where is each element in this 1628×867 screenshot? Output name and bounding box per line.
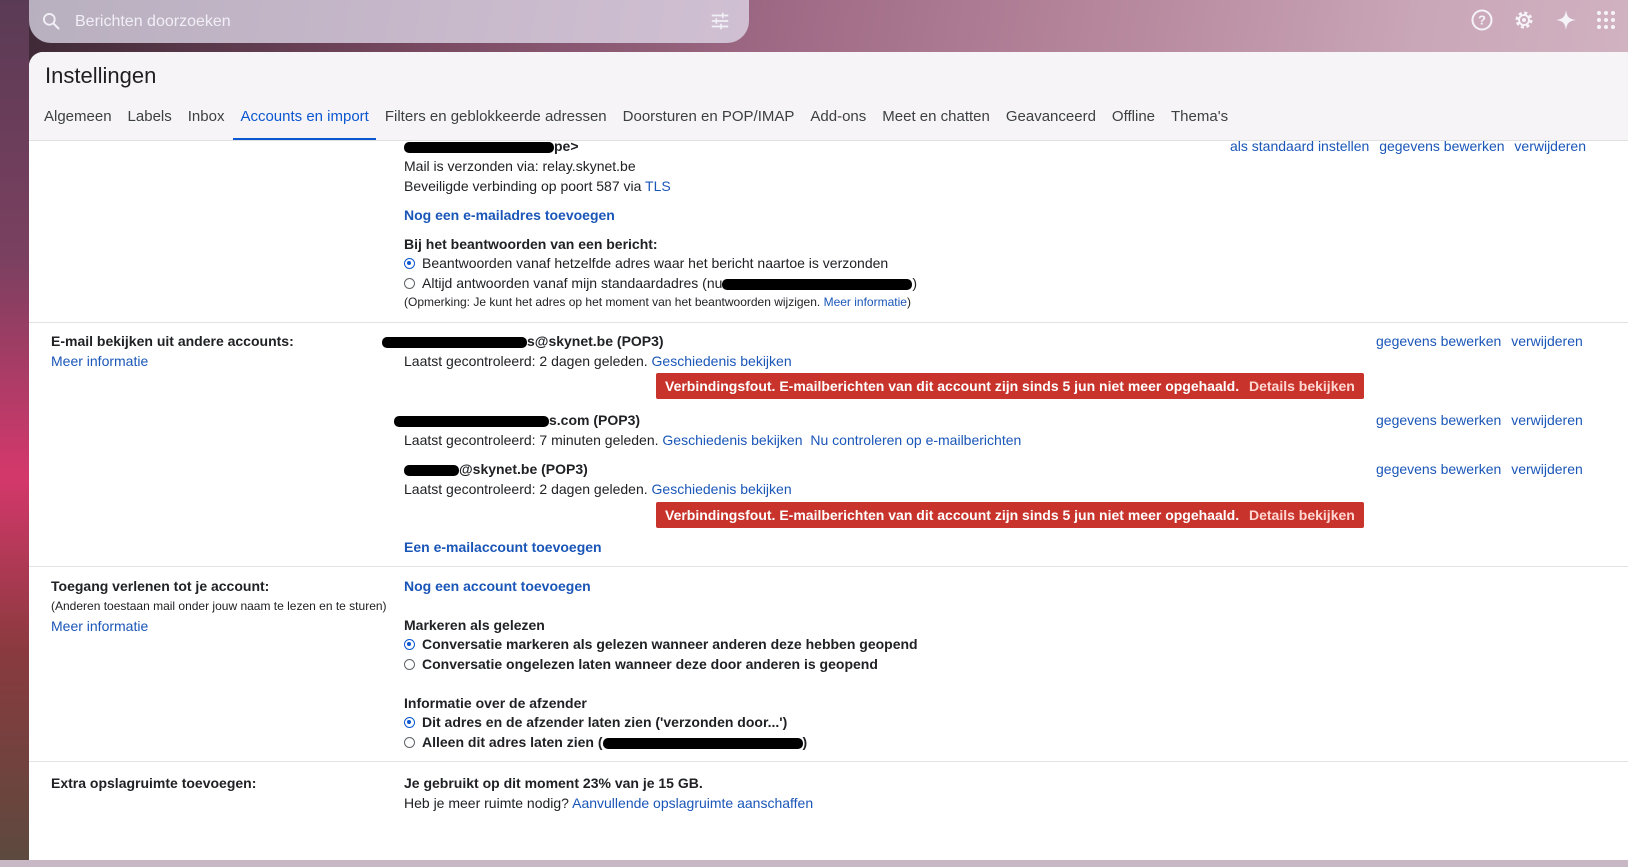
account-1-details-link[interactable]: Details bekijken (1249, 378, 1355, 394)
radio-selected[interactable] (404, 717, 415, 728)
account-3-address: @skynet.be (POP3) (404, 461, 588, 477)
tab-meet-chat[interactable]: Meet en chatten (875, 104, 997, 141)
settings-card: Instellingen Algemeen Labels Inbox Accou… (29, 52, 1628, 860)
tab-geavanceerd[interactable]: Geavanceerd (999, 104, 1103, 141)
account-3-history-link[interactable]: Geschiedenis bekijken (652, 481, 792, 497)
sender-option-both[interactable]: Dit adres en de afzender laten zien ('ve… (404, 714, 787, 730)
section-divider (29, 761, 1628, 762)
check-mail-more-info[interactable]: Meer informatie (51, 353, 148, 369)
account-3-status: Laatst gecontroleerd: 2 dagen geleden. G… (404, 481, 792, 497)
account-1-status: Laatst gecontroleerd: 2 dagen geleden. G… (404, 353, 792, 369)
account-1-edit-link[interactable]: gegevens bewerken (1376, 333, 1501, 349)
section-divider (29, 322, 1628, 323)
account-2-check-now-link[interactable]: Nu controleren op e-mailberichten (810, 432, 1021, 448)
delete-link[interactable]: verwijderen (1514, 138, 1586, 154)
redacted-address (602, 737, 803, 749)
account-3-delete-link[interactable]: verwijderen (1511, 461, 1583, 477)
redacted-address (404, 141, 554, 153)
mark-option-unread[interactable]: Conversatie ongelezen laten wanneer deze… (404, 656, 878, 672)
account-1-history-link[interactable]: Geschiedenis bekijken (652, 353, 792, 369)
radio-selected[interactable] (404, 639, 415, 650)
mark-read-heading: Markeren als gelezen (404, 617, 545, 633)
tls-link[interactable]: TLS (645, 178, 671, 194)
wallpaper-bottom (0, 860, 1628, 867)
settings-header: Instellingen Algemeen Labels Inbox Accou… (29, 52, 1628, 141)
radio[interactable] (404, 278, 415, 289)
set-default-link[interactable]: als standaard instellen (1230, 138, 1369, 154)
redacted-address (382, 336, 527, 348)
storage-need-more: Heb je meer ruimte nodig? Aanvullende op… (404, 795, 814, 811)
search-input[interactable] (73, 6, 677, 38)
search-bar[interactable] (29, 0, 749, 43)
help-icon[interactable]: ? (1470, 8, 1496, 34)
settings-tabs: Algemeen Labels Inbox Accounts en import… (37, 104, 1237, 141)
account-3-error-banner: Verbindingsfout. E-mailberichten van dit… (656, 502, 1364, 528)
tab-labels[interactable]: Labels (121, 104, 179, 141)
account-2-history-link[interactable]: Geschiedenis bekijken (662, 432, 802, 448)
grant-access-sublabel: (Anderen toestaan mail onder jouw naam t… (51, 599, 387, 613)
reply-heading: Bij het beantwoorden van een bericht: (404, 236, 658, 252)
reply-option-default[interactable]: Altijd antwoorden vanaf mijn standaardad… (404, 275, 917, 291)
sender-info-heading: Informatie over de afzender (404, 695, 587, 711)
buy-storage-link[interactable]: Aanvullende opslagruimte aanschaffen (572, 795, 813, 811)
account-2-status: Laatst gecontroleerd: 7 minuten geleden.… (404, 432, 1022, 448)
more-info-link[interactable]: Meer informatie (824, 295, 907, 309)
tab-themas[interactable]: Thema's (1164, 104, 1235, 141)
redacted-address (722, 278, 913, 290)
account-3-edit-link[interactable]: gegevens bewerken (1376, 461, 1501, 477)
search-icon[interactable] (41, 11, 61, 36)
mark-option-read[interactable]: Conversatie markeren als gelezen wanneer… (404, 636, 918, 652)
account-2-edit-link[interactable]: gegevens bewerken (1376, 412, 1501, 428)
tab-doorsturen[interactable]: Doorsturen en POP/IMAP (616, 104, 802, 141)
add-email-address-link[interactable]: Nog een e-mailadres toevoegen (404, 207, 615, 223)
wallpaper-edge (0, 0, 29, 867)
smtp-line: Mail is verzonden via: relay.skynet.be (404, 158, 636, 174)
radio-selected[interactable] (404, 258, 415, 269)
add-email-account-link[interactable]: Een e-mailaccount toevoegen (404, 539, 602, 555)
settings-content: pe> als standaard instellen gegevens bew… (29, 138, 1628, 860)
redacted-address (404, 464, 459, 476)
redacted-address (394, 415, 549, 427)
account-2-address: s.com (POP3) (394, 412, 640, 428)
account-1-delete-link[interactable]: verwijderen (1511, 333, 1583, 349)
gear-icon[interactable] (1512, 8, 1538, 34)
grant-access-more-info[interactable]: Meer informatie (51, 618, 148, 634)
tab-accounts-en-import[interactable]: Accounts en import (233, 104, 377, 141)
storage-label: Extra opslagruimte toevoegen: (51, 775, 257, 791)
reply-option-same[interactable]: Beantwoorden vanaf hetzelfde adres waar … (404, 255, 888, 271)
account-1-address: s@skynet.be (POP3) (382, 333, 664, 349)
tab-algemeen[interactable]: Algemeen (37, 104, 119, 141)
edit-info-link[interactable]: gegevens bewerken (1379, 138, 1504, 154)
account-1-error-banner: Verbindingsfout. E-mailberichten van dit… (656, 373, 1364, 399)
send-as-address: pe> (404, 138, 579, 154)
page-title: Instellingen (45, 63, 157, 88)
storage-usage: Je gebruikt op dit moment 23% van je 15 … (404, 775, 703, 791)
tab-offline[interactable]: Offline (1105, 104, 1162, 141)
radio[interactable] (404, 659, 415, 670)
tab-filters[interactable]: Filters en geblokkeerde adressen (378, 104, 614, 141)
check-mail-label: E-mail bekijken uit andere accounts: (51, 333, 294, 349)
sparkle-icon[interactable] (1554, 8, 1580, 34)
svg-text:?: ? (1478, 13, 1486, 28)
account-2-delete-link[interactable]: verwijderen (1511, 412, 1583, 428)
radio[interactable] (404, 737, 415, 748)
reply-note: (Opmerking: Je kunt het adres op het mom… (404, 295, 911, 309)
tab-inbox[interactable]: Inbox (181, 104, 232, 141)
add-another-account-link[interactable]: Nog een account toevoegen (404, 578, 591, 594)
sender-option-address[interactable]: Alleen dit adres laten zien () (404, 734, 807, 750)
tune-icon[interactable] (709, 10, 731, 37)
secure-line: Beveiligde verbinding op poort 587 via T… (404, 178, 671, 194)
account-3-details-link[interactable]: Details bekijken (1249, 507, 1355, 523)
grant-access-label: Toegang verlenen tot je account: (51, 578, 270, 594)
section-divider (29, 566, 1628, 567)
apps-icon[interactable] (1594, 8, 1620, 34)
tab-addons[interactable]: Add-ons (803, 104, 873, 141)
